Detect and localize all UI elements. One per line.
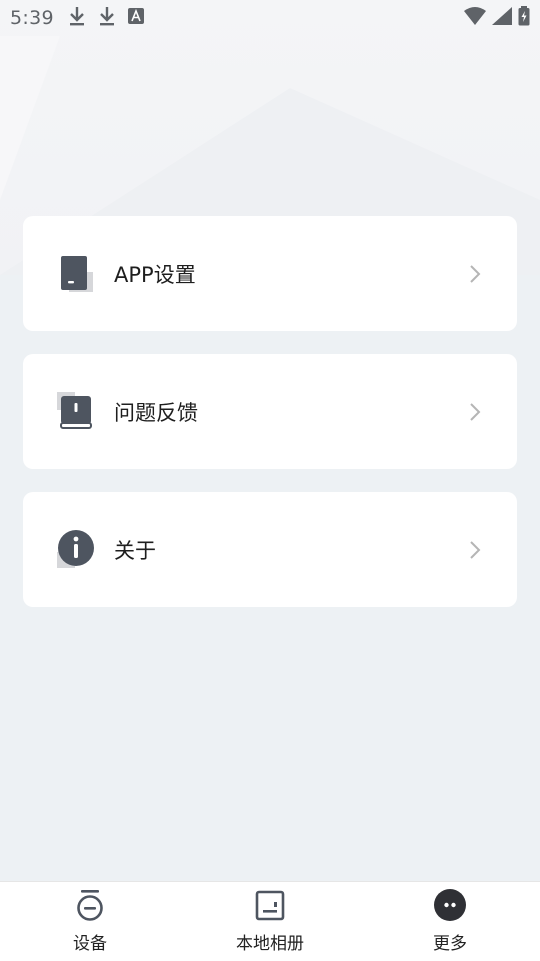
settings-device-icon	[57, 254, 97, 294]
menu-item-label: APP设置	[114, 262, 196, 287]
tab-label: 设备	[73, 934, 107, 954]
chevron-right-icon	[469, 540, 481, 560]
tab-local-album[interactable]: 本地相册	[180, 882, 360, 961]
chevron-right-icon	[469, 402, 481, 422]
tab-device[interactable]: 设备	[0, 882, 180, 961]
status-bar: 5:39	[0, 0, 540, 36]
status-time: 5:39	[10, 7, 54, 29]
info-icon	[57, 530, 97, 570]
chevron-right-icon	[469, 264, 481, 284]
menu-item-label: 问题反馈	[114, 400, 198, 425]
tab-more[interactable]: 更多	[360, 882, 540, 961]
download-icon	[98, 5, 116, 31]
bottom-tab-bar: 设备 本地相册 更多	[0, 881, 540, 961]
download-icon	[68, 5, 86, 31]
device-icon	[73, 888, 107, 922]
menu-item-about[interactable]: 关于	[23, 492, 517, 607]
menu-item-app-settings[interactable]: APP设置	[23, 216, 517, 331]
font-a-icon	[127, 8, 144, 28]
battery-icon	[518, 6, 530, 30]
tab-label: 本地相册	[236, 934, 304, 954]
signal-icon	[492, 7, 512, 29]
album-icon	[253, 888, 287, 922]
menu-item-label: 关于	[114, 538, 156, 563]
menu-item-feedback[interactable]: 问题反馈	[23, 354, 517, 469]
feedback-book-icon	[57, 392, 97, 432]
more-icon	[433, 888, 467, 922]
tab-label: 更多	[433, 934, 467, 954]
wifi-icon	[464, 7, 486, 29]
